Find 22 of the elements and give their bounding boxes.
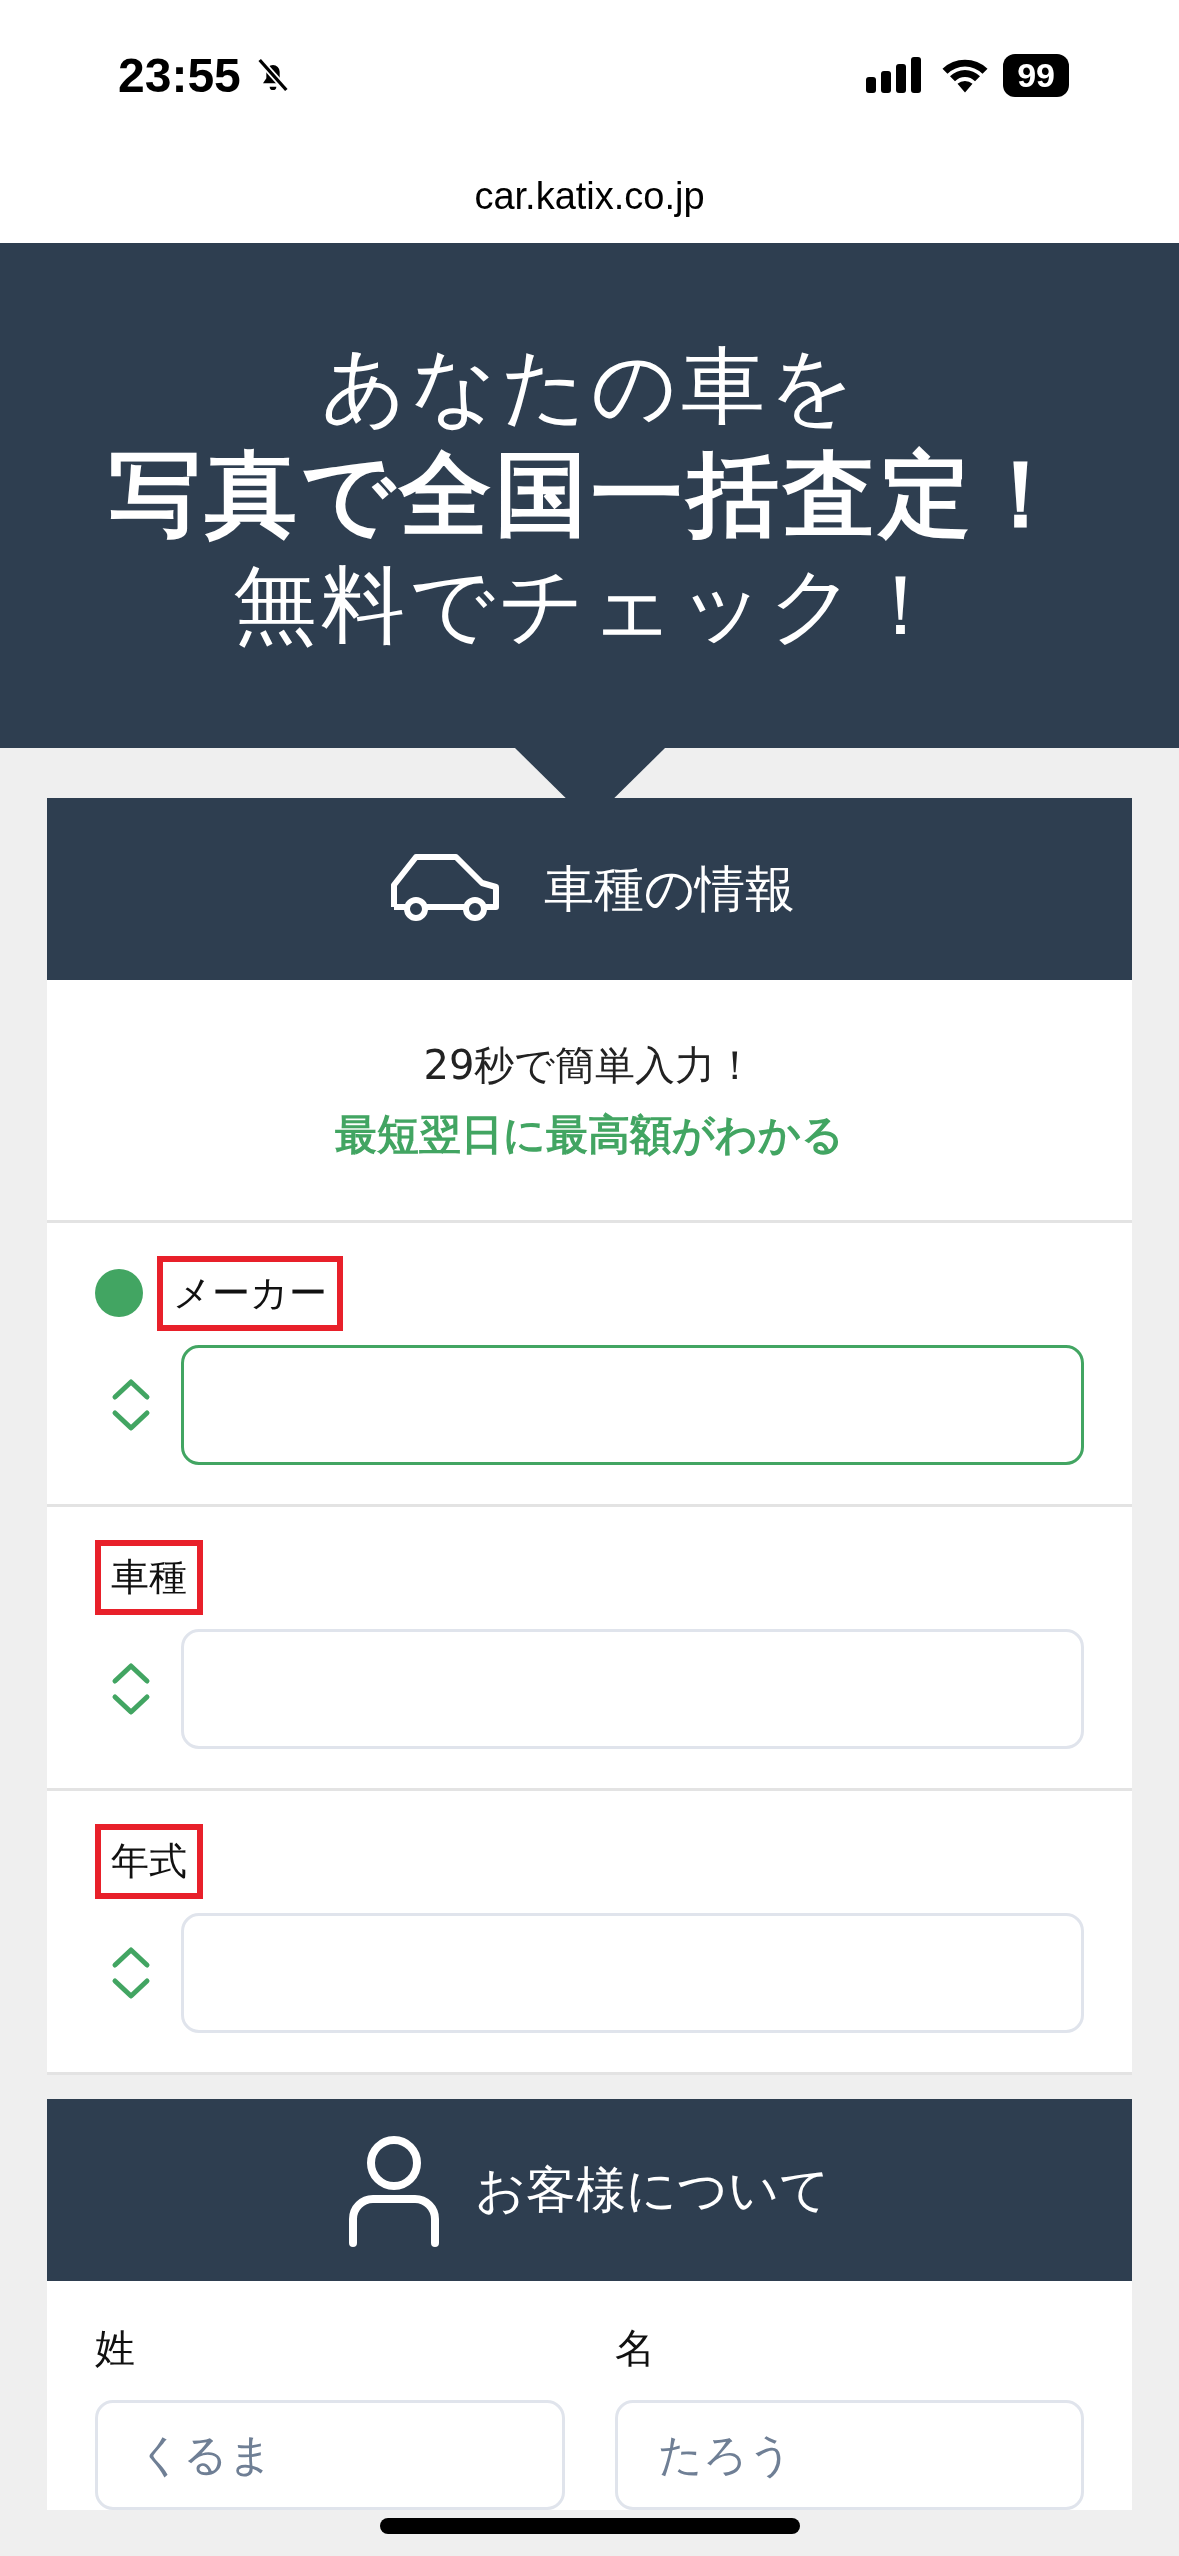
- hero-headline: 無料でチェック！: [232, 554, 947, 656]
- field-label: 車種: [95, 1539, 203, 1615]
- url-text: car.katix.co.jp: [0, 150, 1179, 243]
- person-icon: [349, 2133, 439, 2247]
- hero-headline: 写真で全国一括査定！: [108, 440, 1071, 551]
- select-field[interactable]: [181, 1345, 1084, 1465]
- chevron-updown-icon: [111, 1377, 151, 1433]
- name-input[interactable]: くるま: [95, 2400, 565, 2510]
- name-input[interactable]: たろう: [614, 2400, 1084, 2510]
- field-label: 名: [614, 2324, 656, 2373]
- field-label: 年式: [95, 1823, 203, 1899]
- chevron-updown-icon: [111, 1661, 151, 1717]
- field-label: メーカー: [157, 1255, 343, 1331]
- chevron-updown-icon: [111, 1945, 151, 2001]
- highlight-text: 最短翌日に最高額がわかる: [335, 1108, 844, 1161]
- battery-indicator: 99: [1003, 53, 1069, 97]
- section-title: 車種の情報: [544, 858, 795, 920]
- field-label: 姓: [95, 2324, 136, 2373]
- intro-text: 29秒で簡単入力！: [423, 1040, 756, 1090]
- hero-headline: あなたの車を: [320, 335, 859, 437]
- status-time: 23:55: [118, 47, 241, 103]
- section-title: お客様について: [475, 2159, 830, 2221]
